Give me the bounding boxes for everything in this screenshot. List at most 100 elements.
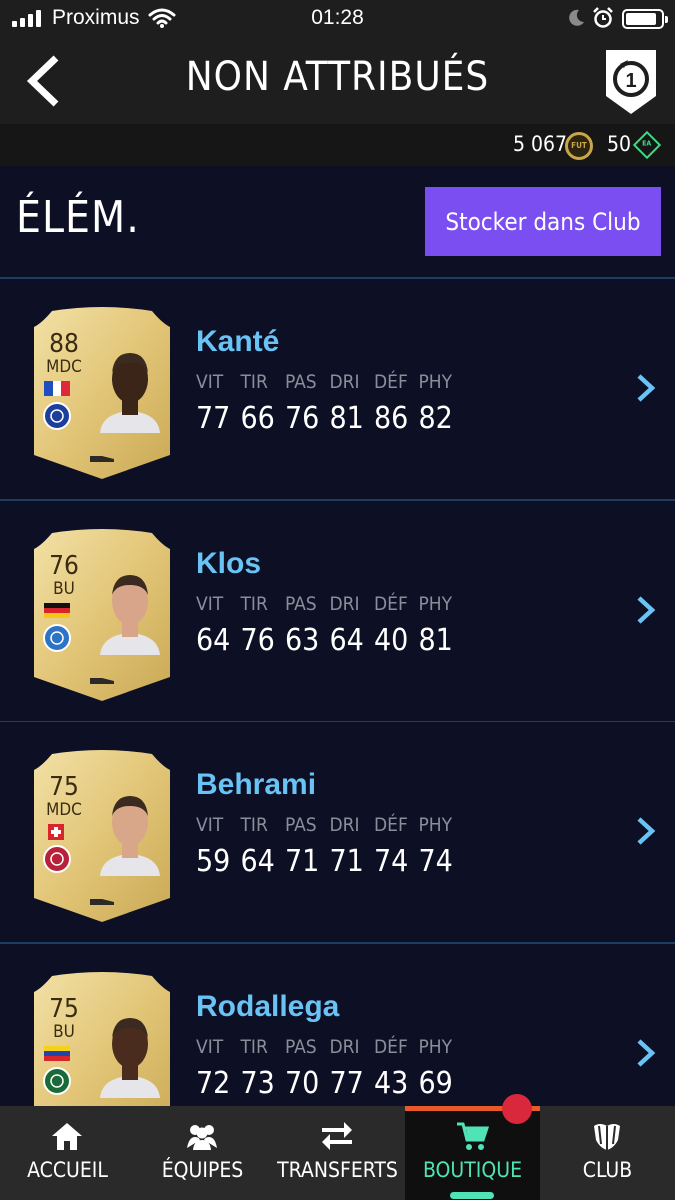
notification-dot: [502, 1094, 532, 1124]
nav-item-transferts[interactable]: TRANSFERTS: [270, 1106, 405, 1200]
stat-column: TIR 76: [241, 593, 286, 658]
home-icon: [52, 1123, 82, 1150]
club-crest-icon: [43, 845, 71, 873]
nav-label: ÉQUIPES: [161, 1158, 244, 1182]
player-card[interactable]: 88 MDC: [32, 305, 172, 481]
stat-column: DÉF 43: [374, 1036, 419, 1101]
chevron-right-icon[interactable]: [634, 816, 658, 846]
stat-label: PAS: [285, 814, 317, 836]
player-position: MDC: [46, 357, 82, 377]
bottom-nav: ACCUEIL ÉQUIPES TRANSFERTS BOUTIQUE CLUB: [0, 1094, 675, 1200]
player-card[interactable]: 76 BU: [32, 527, 172, 703]
player-portrait: [100, 1018, 160, 1098]
stat-label: DÉF: [374, 814, 408, 836]
player-portrait: [100, 353, 160, 433]
stat-value: 63: [285, 623, 320, 658]
stat-column: PHY 69: [419, 1036, 464, 1101]
player-rating: 76: [49, 551, 79, 581]
stat-column: VIT 59: [196, 814, 241, 879]
stat-label: DÉF: [374, 371, 408, 393]
nav-label: CLUB: [582, 1158, 633, 1182]
chevron-right-icon[interactable]: [634, 373, 658, 403]
stat-column: DÉF 74: [374, 814, 419, 879]
stat-column: PAS 70: [285, 1036, 330, 1101]
boot-icon: [90, 456, 114, 462]
fifa-points-icon: EA: [632, 130, 662, 160]
nationality-flag: [48, 824, 64, 840]
stat-label: VIT: [196, 814, 224, 836]
player-stats: VIT 59 TIR 64 PAS 71 DRI 71 DÉF 74 PHY 74: [196, 814, 463, 879]
top-header: NON ATTRIBUÉS 1: [0, 38, 675, 124]
stat-value: 74: [418, 844, 453, 879]
stat-value: 64: [240, 844, 275, 879]
stat-column: VIT 64: [196, 593, 241, 658]
player-name: Behrami: [196, 768, 317, 801]
club-crest-icon: [43, 402, 71, 430]
stat-column: PAS 76: [285, 371, 330, 436]
stat-label: TIR: [240, 371, 268, 393]
player-position: MDC: [46, 800, 82, 820]
stat-value: 64: [196, 623, 231, 658]
stat-label: PHY: [418, 814, 453, 836]
stat-value: 81: [329, 401, 364, 436]
player-row[interactable]: 88 MDC Kanté VIT 77 TIR 66 PAS 76 DRI 81 DÉF 86 PHY 82: [0, 279, 675, 499]
player-portrait: [100, 575, 160, 655]
nav-item-club[interactable]: CLUB: [540, 1106, 675, 1200]
pack-badge-count: 1: [625, 70, 636, 92]
player-card[interactable]: 75 MDC: [32, 748, 172, 924]
nav-label: ACCUEIL: [27, 1158, 108, 1182]
stat-value: 70: [285, 1066, 320, 1101]
chevron-right-icon[interactable]: [634, 1038, 658, 1068]
stat-value: 64: [329, 623, 364, 658]
stat-column: DRI 77: [330, 1036, 375, 1101]
boot-icon: [90, 899, 114, 905]
stat-value: 40: [374, 623, 409, 658]
page-title: NON ATTRIBUÉS: [185, 54, 490, 100]
stat-label: DRI: [329, 593, 360, 615]
store-in-club-button[interactable]: Stocker dans Club: [425, 187, 661, 256]
stat-label: PAS: [285, 593, 317, 615]
stat-column: PHY 82: [419, 371, 464, 436]
stat-column: PHY 81: [419, 593, 464, 658]
stat-label: DÉF: [374, 1036, 408, 1058]
alarm-icon: [593, 7, 613, 28]
stat-column: VIT 72: [196, 1036, 241, 1101]
stat-label: TIR: [240, 1036, 268, 1058]
stat-value: 72: [196, 1066, 231, 1101]
player-row[interactable]: 76 BU Klos VIT 64 TIR 76 PAS 63 DRI 64 DÉF 40 PHY 81: [0, 501, 675, 721]
stat-value: 82: [418, 401, 453, 436]
player-stats: VIT 64 TIR 76 PAS 63 DRI 64 DÉF 40 PHY 81: [196, 593, 463, 658]
stat-value: 81: [418, 623, 453, 658]
stat-value: 77: [329, 1066, 364, 1101]
boot-icon: [90, 678, 114, 684]
stat-column: TIR 66: [241, 371, 286, 436]
nationality-flag: [44, 603, 70, 618]
stat-value: 43: [374, 1066, 409, 1101]
battery-icon: [622, 9, 668, 29]
nav-item-equipes[interactable]: ÉQUIPES: [135, 1106, 270, 1200]
player-row[interactable]: 75 MDC Behrami VIT 59 TIR 64 PAS 71 DRI 71 DÉF 74 PHY…: [0, 722, 675, 942]
club-shield-icon: [594, 1124, 620, 1150]
nationality-flag: [44, 381, 71, 396]
stat-label: PAS: [285, 1036, 317, 1058]
pack-shield-icon[interactable]: 1: [600, 46, 662, 116]
player-stats: VIT 72 TIR 73 PAS 70 DRI 77 DÉF 43 PHY 69: [196, 1036, 463, 1101]
stat-value: 76: [285, 401, 320, 436]
stat-value: 71: [329, 844, 364, 879]
active-tab-underline: [450, 1192, 494, 1199]
stat-column: DÉF 86: [374, 371, 419, 436]
player-position: BU: [53, 579, 75, 599]
player-name: Kanté: [196, 325, 280, 358]
stat-value: 74: [374, 844, 409, 879]
stat-column: TIR 64: [241, 814, 286, 879]
stat-label: VIT: [196, 371, 224, 393]
points-balance: 50: [607, 132, 632, 156]
section-label: ÉLÉM.: [16, 192, 140, 243]
chevron-right-icon[interactable]: [634, 595, 658, 625]
nav-item-accueil[interactable]: ACCUEIL: [0, 1106, 135, 1200]
stat-value: 77: [196, 401, 231, 436]
nationality-flag: [44, 1046, 70, 1061]
fut-coin-icon: FUT: [565, 132, 593, 160]
player-rating: 75: [49, 994, 79, 1024]
stat-value: 59: [196, 844, 231, 879]
